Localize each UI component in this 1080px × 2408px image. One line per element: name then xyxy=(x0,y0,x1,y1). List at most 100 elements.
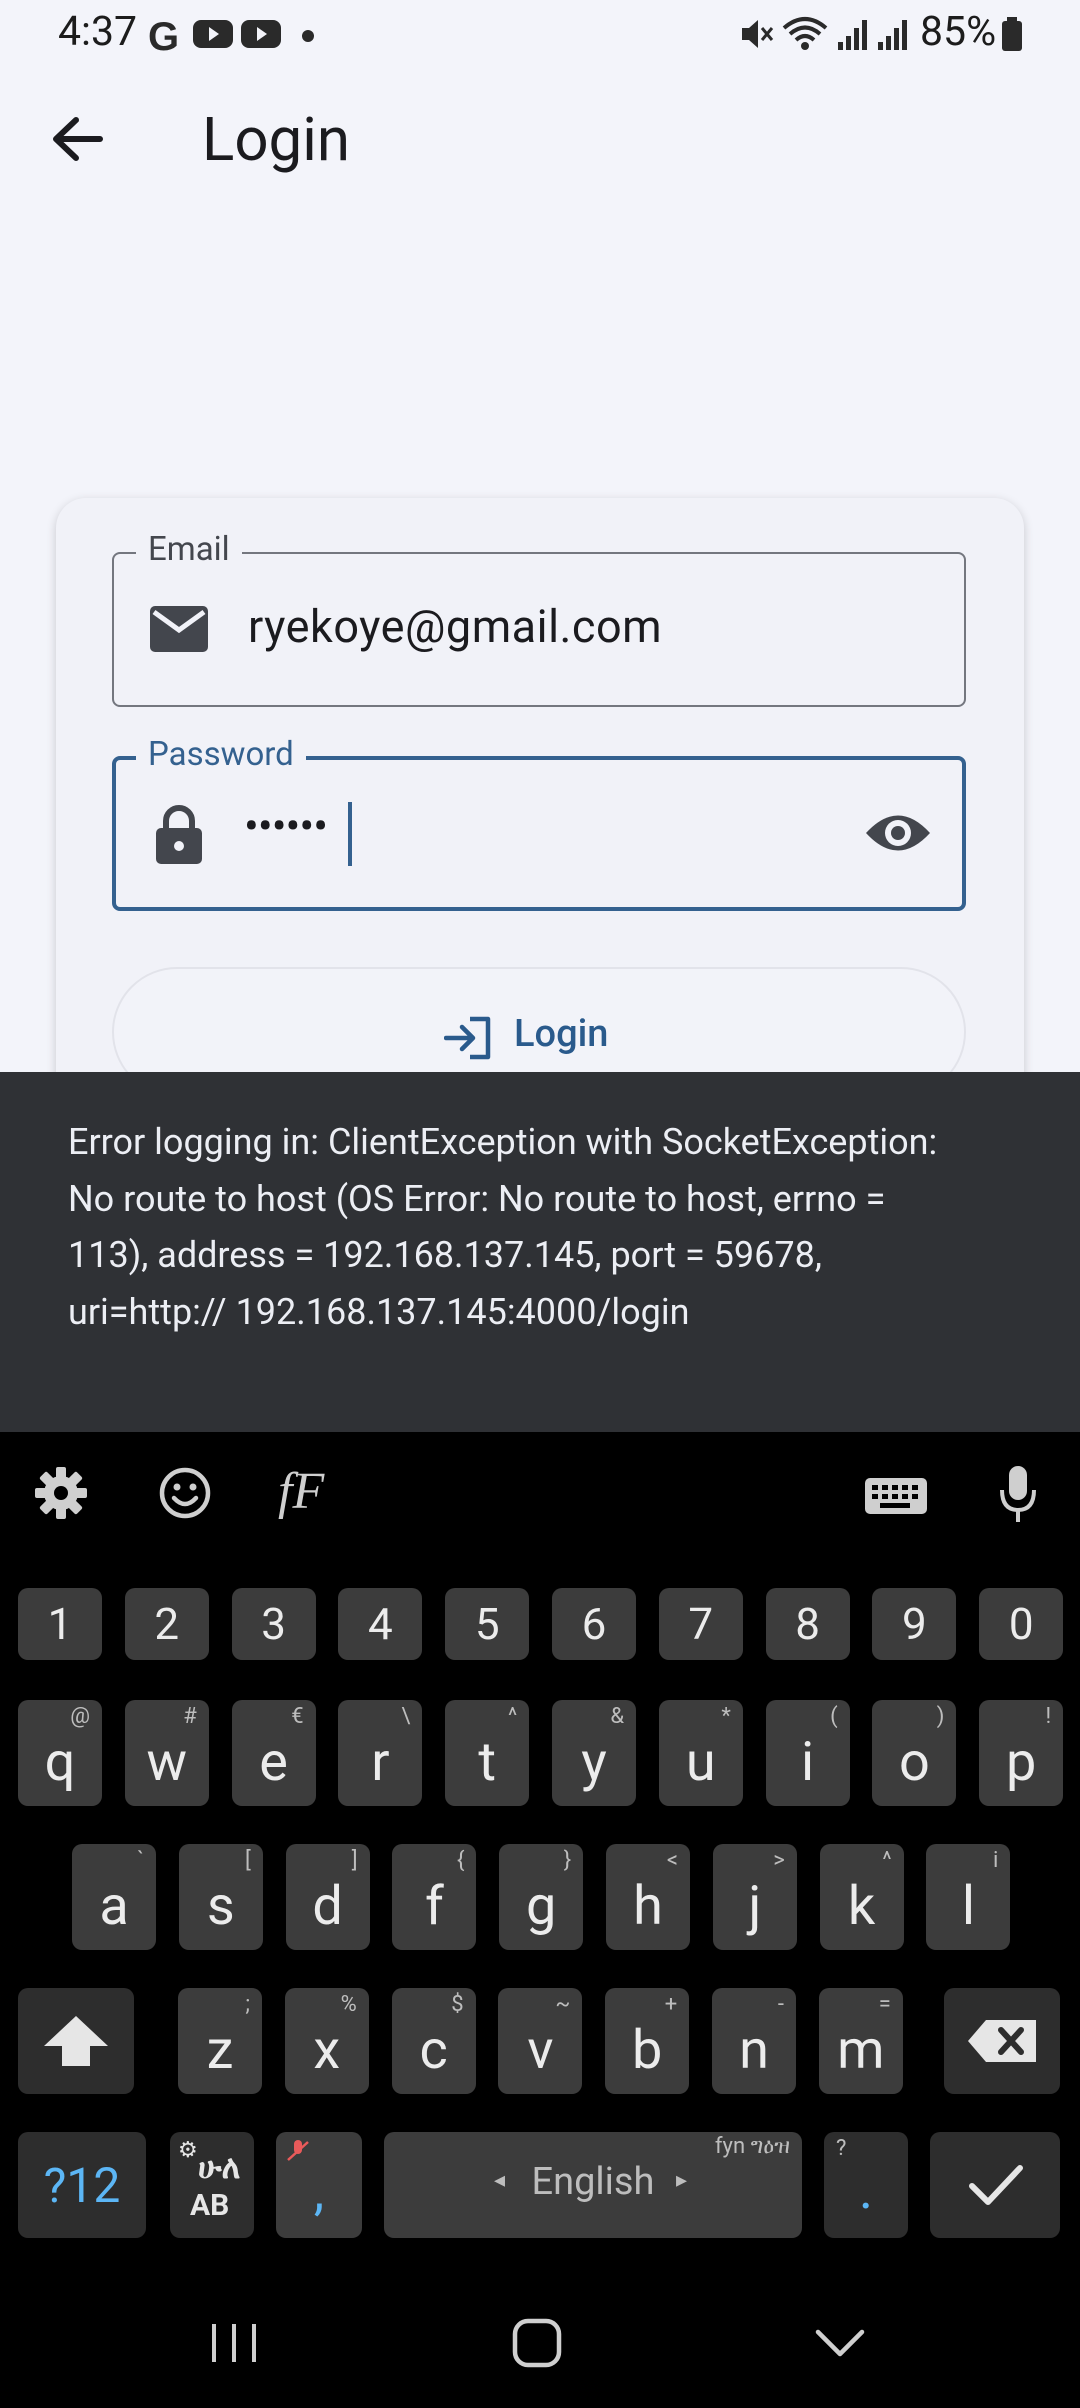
key-d[interactable]: ] d xyxy=(285,1844,370,1950)
space-key[interactable]: fyn ግዕዝ ◂ English ▸ xyxy=(384,2132,802,2238)
key-2[interactable]: 2 xyxy=(124,1588,209,1660)
period-key-label: . xyxy=(858,2159,874,2222)
key-h[interactable]: < h xyxy=(606,1844,690,1950)
password-field[interactable]: •••••• xyxy=(112,756,966,911)
microphone-icon[interactable] xyxy=(996,1458,1040,1528)
key-z-hint: ; xyxy=(245,1992,250,2017)
key-c-hint: $ xyxy=(451,1992,464,2017)
checkmark-icon xyxy=(969,2165,1023,2205)
key-3[interactable]: 3 xyxy=(231,1588,316,1660)
key-v[interactable]: ~ v xyxy=(498,1988,583,2094)
language-key[interactable]: ⚙ ሁለ AB xyxy=(170,2132,254,2238)
key-k[interactable]: ^ k xyxy=(819,1844,904,1950)
keyboard-icon[interactable] xyxy=(864,1458,928,1528)
key-g-hint: } xyxy=(563,1848,572,1873)
period-key-hint: ? xyxy=(836,2136,847,2161)
key-q-hint: @ xyxy=(70,1704,90,1729)
login-icon xyxy=(444,1016,491,1060)
done-key[interactable] xyxy=(930,2132,1060,2238)
key-a[interactable]: ` a xyxy=(72,1844,156,1950)
back-arrow-icon[interactable] xyxy=(44,104,114,174)
key-k-label: k xyxy=(847,1875,876,1938)
key-v-hint: ~ xyxy=(555,1992,571,2017)
key-a-hint: ` xyxy=(137,1848,144,1873)
key-e[interactable]: € e xyxy=(231,1700,316,1806)
key-m[interactable]: = m xyxy=(818,1988,903,2094)
key-x-label: x xyxy=(313,2019,341,2082)
font-style-button[interactable]: fF xyxy=(278,1462,324,1521)
key-c[interactable]: $ c xyxy=(391,1988,476,2094)
key-x[interactable]: % x xyxy=(284,1988,369,2094)
key-1[interactable]: 1 xyxy=(18,1588,102,1660)
key-z[interactable]: ; z xyxy=(178,1988,262,2094)
key-b[interactable]: + b xyxy=(605,1988,690,2094)
key-0[interactable]: 0 xyxy=(979,1588,1064,1660)
space-key-label: English xyxy=(531,2160,655,2204)
email-label: Email xyxy=(136,530,242,569)
key-x-hint: % xyxy=(340,1992,357,2017)
battery-icon xyxy=(1002,17,1022,51)
visibility-icon[interactable] xyxy=(864,810,932,856)
symbols-key[interactable]: ?12 xyxy=(18,2132,146,2238)
shift-key[interactable] xyxy=(18,1988,134,2094)
backspace-icon xyxy=(968,2020,1036,2062)
key-9-label: 9 xyxy=(902,1598,927,1650)
key-j[interactable]: > j xyxy=(712,1844,797,1950)
key-9[interactable]: 9 xyxy=(872,1588,957,1660)
key-o[interactable]: ) o xyxy=(872,1700,957,1806)
status-bar: 4:37 G 85% xyxy=(0,0,1080,72)
key-r[interactable]: \ r xyxy=(338,1700,423,1806)
key-e-hint: € xyxy=(291,1704,304,1729)
key-l[interactable]: il xyxy=(926,1844,1011,1950)
backspace-key[interactable] xyxy=(944,1988,1060,2094)
key-s-label: s xyxy=(206,1875,235,1938)
key-t[interactable]: ^ t xyxy=(445,1700,530,1806)
shift-icon xyxy=(44,2016,108,2066)
language-settings-icon: ⚙ xyxy=(178,2138,198,2163)
emoji-icon[interactable] xyxy=(156,1458,214,1528)
key-w[interactable]: # w xyxy=(124,1700,209,1806)
recents-icon[interactable] xyxy=(206,2318,262,2368)
signal-icon xyxy=(878,20,907,50)
key-4[interactable]: 4 xyxy=(338,1588,423,1660)
wifi-icon xyxy=(782,17,828,50)
home-icon[interactable] xyxy=(510,2316,564,2370)
period-key[interactable]: ? . xyxy=(824,2132,908,2238)
key-3-label: 3 xyxy=(261,1598,286,1650)
key-p[interactable]: ! p xyxy=(979,1700,1064,1806)
key-a-label: a xyxy=(99,1875,129,1938)
email-input-value[interactable]: ryekoye@gmail.com xyxy=(248,600,662,653)
password-input-value[interactable]: •••••• xyxy=(244,800,328,852)
key-t-hint: ^ xyxy=(507,1704,518,1729)
hide-keyboard-icon[interactable] xyxy=(812,2322,868,2362)
key-y[interactable]: & y xyxy=(552,1700,636,1806)
error-message: Error logging in: ClientException with S… xyxy=(68,1121,938,1333)
key-y-label: y xyxy=(581,1731,607,1794)
key-p-label: p xyxy=(1006,1731,1037,1794)
key-u[interactable]: * u xyxy=(658,1700,743,1806)
space-key-hint: fyn ግዕዝ xyxy=(714,2134,790,2159)
comma-key[interactable]: , xyxy=(276,2132,362,2238)
key-s[interactable]: [s xyxy=(178,1844,263,1950)
key-5[interactable]: 5 xyxy=(445,1588,530,1660)
key-1-label: 1 xyxy=(47,1598,73,1650)
key-q[interactable]: @ q xyxy=(18,1700,102,1806)
status-time: 4:37 xyxy=(58,8,138,56)
settings-icon[interactable] xyxy=(32,1458,90,1528)
key-g[interactable]: } g xyxy=(499,1844,584,1950)
dot-icon xyxy=(302,30,314,42)
key-z-label: z xyxy=(206,2019,234,2082)
key-8[interactable]: 8 xyxy=(765,1588,850,1660)
key-7[interactable]: 7 xyxy=(658,1588,743,1660)
email-field[interactable]: ryekoye@gmail.com xyxy=(112,552,966,707)
space-arrow-right-icon: ▸ xyxy=(676,2168,688,2193)
key-i[interactable]: (i xyxy=(765,1700,850,1806)
key-v-label: v xyxy=(527,2019,554,2082)
key-r-label: r xyxy=(371,1731,390,1794)
key-6[interactable]: 6 xyxy=(552,1588,636,1660)
key-8-label: 8 xyxy=(795,1598,820,1650)
key-h-hint: < xyxy=(666,1848,678,1873)
language-key-top: ሁለ xyxy=(198,2148,241,2186)
key-n[interactable]: -n xyxy=(712,1988,796,2094)
key-f[interactable]: {f xyxy=(392,1844,477,1950)
